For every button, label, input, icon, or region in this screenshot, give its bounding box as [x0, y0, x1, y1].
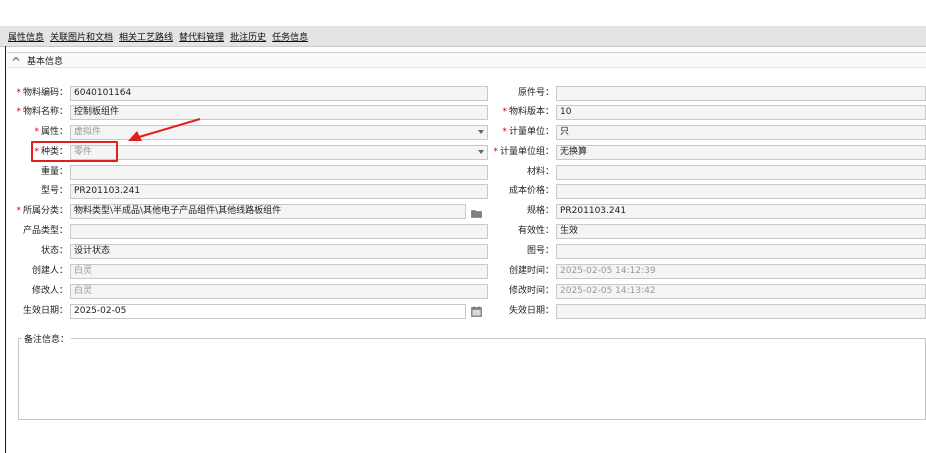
- attribute-value: 虚拟件: [74, 127, 102, 137]
- cost-price-field[interactable]: [556, 184, 926, 199]
- section-title: 基本信息: [27, 57, 64, 67]
- status-field[interactable]: 设计状态: [70, 244, 488, 259]
- calendar-icon[interactable]: [471, 306, 482, 317]
- label-spec: 规格：: [526, 206, 554, 216]
- drawing-no-field[interactable]: [556, 244, 926, 259]
- tab-process-routes[interactable]: 相关工艺路线: [119, 30, 173, 43]
- tab-substitute[interactable]: 替代料管理: [179, 30, 224, 43]
- tab-bar: 属性信息 关联图片和文档 相关工艺路线 替代料管理 批注历史 任务信息: [0, 26, 926, 47]
- creator-field[interactable]: 白灵: [70, 264, 488, 279]
- label-effective-date: 生效日期：: [22, 306, 68, 316]
- label-material-version: * 物料版本：: [502, 107, 554, 117]
- chevron-down-icon: [478, 150, 484, 154]
- model-field[interactable]: PR201103.241: [70, 184, 488, 199]
- weight-field[interactable]: [70, 165, 488, 180]
- label-expiry-date: 失效日期：: [508, 306, 554, 316]
- attribute-select[interactable]: 虚拟件: [70, 125, 488, 140]
- chevron-down-icon: [478, 130, 484, 134]
- basic-info-header[interactable]: 基本信息: [7, 52, 926, 68]
- label-created-time: 创建时间：: [508, 266, 554, 276]
- folder-icon[interactable]: [471, 209, 482, 218]
- original-part-no-field[interactable]: [556, 86, 926, 101]
- tab-annotation-history[interactable]: 批注历史: [230, 30, 266, 43]
- label-unit: * 计量单位：: [502, 127, 554, 137]
- product-type-field[interactable]: [70, 224, 488, 239]
- label-attribute: * 属性：: [34, 127, 68, 137]
- type-select[interactable]: 零件: [70, 145, 488, 160]
- label-drawing-no: 图号：: [526, 246, 554, 256]
- unit-group-field[interactable]: 无换算: [556, 145, 926, 160]
- label-product-type: 产品类型：: [22, 226, 68, 236]
- label-unit-group: * 计量单位组：: [493, 147, 554, 157]
- collapse-icon[interactable]: [11, 54, 21, 64]
- divider: [5, 46, 6, 453]
- modifier-field[interactable]: 白灵: [70, 284, 488, 299]
- remarks-textarea[interactable]: [18, 338, 926, 420]
- material-name-field[interactable]: 控制板组件: [70, 105, 488, 120]
- material-code-field[interactable]: 6040101164: [70, 86, 488, 101]
- effective-date-field[interactable]: 2025-02-05: [70, 304, 466, 319]
- label-validity: 有效性：: [517, 226, 554, 236]
- expiry-date-field[interactable]: [556, 304, 926, 319]
- label-material-code: * 物料编码：: [16, 88, 68, 98]
- material-version-field[interactable]: 10: [556, 105, 926, 120]
- label-original-part-no: 原件号：: [517, 88, 554, 98]
- tab-task-info[interactable]: 任务信息: [272, 30, 308, 43]
- created-time-field[interactable]: 2025-02-05 14:12:39: [556, 264, 926, 279]
- label-category: * 所属分类：: [16, 206, 68, 216]
- label-modifier: 修改人：: [31, 286, 68, 296]
- unit-field[interactable]: 只: [556, 125, 926, 140]
- tab-images-docs[interactable]: 关联图片和文档: [50, 30, 113, 43]
- tab-attributes[interactable]: 属性信息: [8, 30, 44, 43]
- label-status: 状态：: [40, 246, 68, 256]
- material-field[interactable]: [556, 165, 926, 180]
- label-model: 型号：: [40, 186, 68, 196]
- modified-time-field[interactable]: 2025-02-05 14:13:42: [556, 284, 926, 299]
- label-weight: 重量：: [40, 167, 68, 177]
- label-modified-time: 修改时间：: [508, 286, 554, 296]
- highlight-box: [31, 141, 118, 162]
- label-material-name: * 物料名称：: [16, 107, 68, 117]
- label-cost-price: 成本价格：: [508, 186, 554, 196]
- spec-field[interactable]: PR201103.241: [556, 204, 926, 219]
- validity-field[interactable]: 生效: [556, 224, 926, 239]
- remarks-label: 备注信息：: [22, 332, 72, 345]
- label-creator: 创建人：: [31, 266, 68, 276]
- category-field[interactable]: 物料类型\半成品\其他电子产品组件\其他线路板组件: [70, 204, 466, 219]
- label-material: 材料：: [526, 167, 554, 177]
